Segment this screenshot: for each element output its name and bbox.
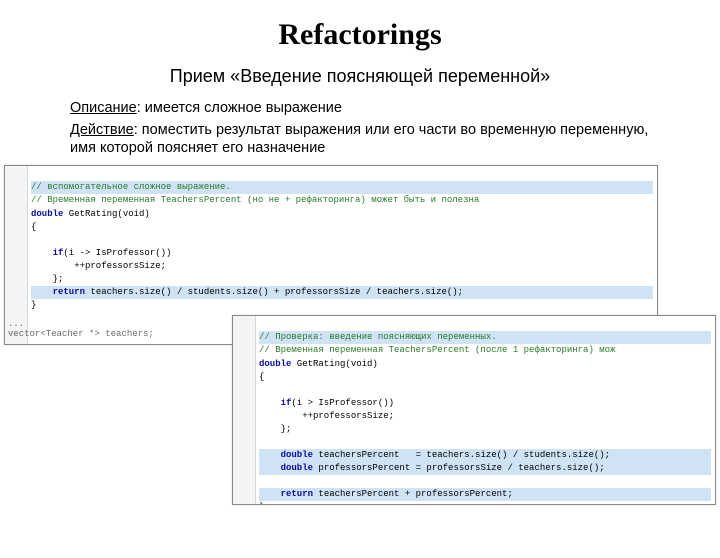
code-keyword: if: [259, 398, 291, 408]
code-line: // Проверка: введение поясняющих перемен…: [259, 332, 497, 342]
code-keyword: double: [259, 463, 313, 473]
code-text: (i > IsProfessor()): [291, 398, 394, 408]
code-text: professorsPercent = professorsSize / tea…: [313, 463, 605, 473]
code-line: ++professorsSize;: [31, 261, 166, 271]
slide-title: Refactorings: [0, 18, 720, 52]
code-line: // вспомогательное сложное выражение.: [31, 182, 231, 192]
code-keyword: return: [259, 489, 313, 499]
note-line: ...: [8, 319, 24, 329]
code-keyword: if: [31, 248, 63, 258]
description-line-1: Описание: имеется сложное выражение: [70, 99, 650, 117]
code-line: }: [259, 502, 264, 505]
code-gutter: [5, 166, 28, 344]
code-fragment-note: ... vector<Teacher *> teachers;: [8, 319, 154, 339]
note-line: vector<Teacher *> teachers;: [8, 329, 154, 339]
code-box-after: // Проверка: введение поясняющих перемен…: [232, 315, 716, 505]
code-line: };: [31, 274, 63, 284]
code-area: // вспомогательное сложное выражение. //…: [0, 165, 720, 510]
code-keyword: double: [259, 359, 291, 369]
code-text: teachersPercent = teachers.size() / stud…: [313, 450, 610, 460]
code-after-content: // Проверка: введение поясняющих перемен…: [259, 318, 711, 505]
description-label-2: Действие: [70, 122, 134, 138]
code-text: (i -> IsProfessor()): [63, 248, 171, 258]
code-keyword: double: [31, 209, 63, 219]
code-text: teachersPercent + professorsPercent;: [313, 489, 513, 499]
code-line: // Временная переменная TeachersPercent …: [259, 345, 615, 355]
code-text: GetRating(void): [291, 359, 377, 369]
description-text-1: : имеется сложное выражение: [137, 100, 342, 116]
code-keyword: double: [259, 450, 313, 460]
description-line-2: Действие: поместить результат выражения …: [70, 121, 650, 157]
code-text: teachers.size() / students.size() + prof…: [85, 287, 463, 297]
code-before-content: // вспомогательное сложное выражение. //…: [31, 168, 653, 312]
code-line: // Временная переменная TeachersPercent …: [31, 195, 479, 205]
code-keyword: return: [31, 287, 85, 297]
code-line: ++professorsSize;: [259, 411, 394, 421]
code-text: GetRating(void): [63, 209, 149, 219]
code-line: {: [31, 222, 36, 232]
code-line: };: [259, 424, 291, 434]
code-gutter: [233, 316, 256, 504]
slide: Refactorings Прием «Введение поясняющей …: [0, 18, 720, 558]
description-label-1: Описание: [70, 100, 137, 116]
description-text-2: : поместить результат выражения или его …: [70, 122, 648, 156]
slide-subtitle: Прием «Введение поясняющей переменной»: [30, 66, 690, 87]
code-line: }: [31, 300, 36, 310]
code-line: {: [259, 372, 264, 382]
